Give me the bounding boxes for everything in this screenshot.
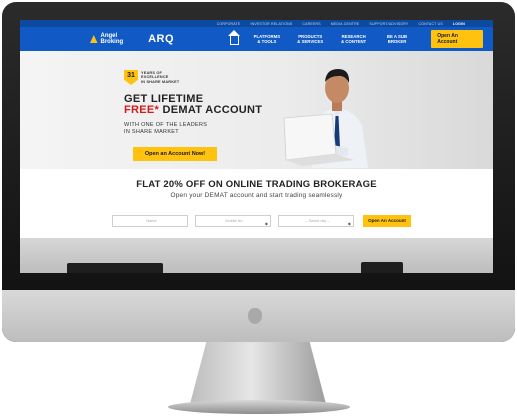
topbar-link-investor-relations[interactable]: INVESTOR RELATIONS bbox=[250, 22, 292, 26]
topbar-link-login[interactable]: LOGIN bbox=[453, 22, 465, 26]
angel-logo-icon bbox=[90, 35, 98, 43]
businessman-laptop-image bbox=[283, 69, 368, 168]
nav-item-research[interactable]: RESEARCH & CONTENT bbox=[338, 34, 368, 44]
nav-item-label: & TOOLS bbox=[257, 39, 277, 44]
topbar-link-support[interactable]: SUPPORT/ADVISORY bbox=[369, 22, 408, 26]
hero-heading-line2: FREE* DEMAT ACCOUNT bbox=[124, 104, 262, 116]
desktop-device-image bbox=[67, 263, 163, 273]
form-open-account-button[interactable]: Open An Account bbox=[363, 215, 411, 227]
name-input[interactable]: Name bbox=[112, 215, 188, 227]
free-highlight: FREE* bbox=[124, 104, 160, 116]
nav-item-label: & SERVICES bbox=[297, 39, 324, 44]
hero-banner: 31 YEARS OF EXCELLENCE IN SHARE MARKET G… bbox=[20, 51, 493, 169]
topbar-link-contact[interactable]: CONTACT US bbox=[418, 22, 442, 26]
chevron-down-icon: ◆ bbox=[347, 221, 351, 226]
topbar-link-media-centre[interactable]: MEDIA CENTRE bbox=[331, 22, 360, 26]
hero-sub-line: WITH ONE OF THE LEADERS bbox=[124, 122, 208, 128]
main-nav: Angel Broking ARQ PLATFORMS & TOOLS PROD… bbox=[20, 27, 493, 51]
hero-heading-rest: DEMAT ACCOUNT bbox=[159, 104, 263, 116]
top-utility-bar: CORPORATE INVESTOR RELATIONS CAREERS MED… bbox=[20, 20, 493, 27]
browser-screen: CORPORATE INVESTOR RELATIONS CAREERS MED… bbox=[20, 20, 493, 273]
features-strip bbox=[20, 238, 493, 273]
badge-line: IN SHARE MARKET bbox=[141, 79, 180, 84]
nav-items: PLATFORMS & TOOLS PRODUCTS & SERVICES RE… bbox=[228, 30, 483, 48]
mobile-device-image bbox=[361, 262, 403, 273]
brand-name: Angel Broking bbox=[100, 33, 124, 45]
lead-form: Name Mobile No. ◆ -- Select city -- ◆ Op… bbox=[112, 215, 411, 227]
offer-subtitle: Open your DEMAT account and start tradin… bbox=[170, 192, 343, 199]
excellence-badge: 31 YEARS OF EXCELLENCE IN SHARE MARKET bbox=[124, 70, 179, 85]
offer-section: FLAT 20% OFF ON ONLINE TRADING BROKERAGE… bbox=[20, 169, 493, 238]
nav-item-label: & CONTENT bbox=[341, 39, 367, 44]
offer-title: FLAT 20% OFF ON ONLINE TRADING BROKERAGE bbox=[136, 179, 377, 190]
nav-item-label: BROKER bbox=[387, 39, 407, 44]
hero-subheading: WITH ONE OF THE LEADERS IN SHARE MARKET bbox=[124, 122, 207, 136]
home-icon[interactable] bbox=[228, 30, 240, 45]
monitor-stand bbox=[190, 342, 326, 404]
mobile-placeholder: Mobile No. bbox=[225, 219, 244, 223]
topbar-link-careers[interactable]: CAREERS bbox=[302, 22, 320, 26]
hero-open-account-button[interactable]: Open an Account Now! bbox=[133, 147, 217, 161]
stepper-icon: ◆ bbox=[264, 221, 268, 226]
nav-open-account-button[interactable]: Open An Account bbox=[431, 30, 483, 48]
badge-shield-icon: 31 bbox=[124, 70, 138, 85]
city-placeholder: -- Select city -- bbox=[305, 219, 330, 223]
monitor-base bbox=[168, 400, 350, 414]
brand-logo[interactable]: Angel Broking ARQ bbox=[90, 33, 174, 45]
city-select[interactable]: -- Select city -- ◆ bbox=[278, 215, 354, 227]
nav-item-platforms[interactable]: PLATFORMS & TOOLS bbox=[252, 34, 282, 44]
apple-logo-icon bbox=[248, 308, 262, 324]
nav-item-products[interactable]: PRODUCTS & SERVICES bbox=[295, 34, 325, 44]
hero-sub-line: IN SHARE MARKET bbox=[124, 129, 179, 135]
mobile-input[interactable]: Mobile No. ◆ bbox=[195, 215, 271, 227]
arq-logo: ARQ bbox=[148, 33, 175, 45]
nav-item-sub-broker[interactable]: BE A SUB BROKER bbox=[382, 34, 412, 44]
topbar-link-corporate[interactable]: CORPORATE bbox=[217, 22, 241, 26]
